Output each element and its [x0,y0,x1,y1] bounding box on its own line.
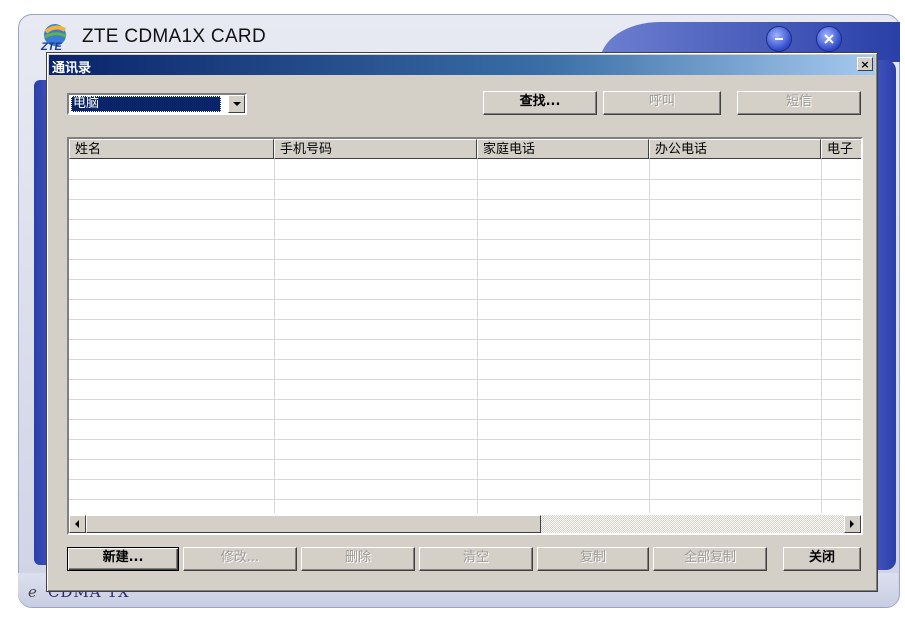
column-header-email[interactable]: 电子 [821,139,861,159]
sms-button[interactable]: 短信 [737,91,861,115]
table-row-gridline [69,299,861,300]
table-row-gridline [69,179,861,180]
table-row-gridline [69,259,861,260]
minimize-icon[interactable] [766,26,792,52]
table-row-gridline [69,359,861,360]
column-header-mobile[interactable]: 手机号码 [274,139,477,159]
table-row-gridline [69,219,861,220]
table-body [69,159,861,513]
app-title: ZTE CDMA1X CARD [82,26,266,47]
horizontal-scrollbar[interactable] [69,515,861,533]
scroll-left-icon[interactable] [69,515,86,533]
dialog-close-button[interactable]: × [857,57,873,71]
clear-button[interactable]: 清空 [419,547,533,571]
table-row-gridline [69,419,861,420]
column-header-office-phone[interactable]: 办公电话 [649,139,821,159]
scrollbar-thumb[interactable] [86,515,541,533]
find-button[interactable]: 查找... [483,91,597,115]
close-button[interactable]: 关闭 [783,547,861,571]
copy-button[interactable]: 复制 [537,547,649,571]
table-row-gridline [69,279,861,280]
column-header-home-phone[interactable]: 家庭电话 [477,139,649,159]
table-row-gridline [69,499,861,500]
table-row-gridline [69,459,861,460]
table-row-gridline [69,379,861,380]
new-contact-button[interactable]: 新建... [67,547,179,571]
copy-all-button[interactable]: 全部复制 [653,547,767,571]
table-row-gridline [69,239,861,240]
dialog-title: 通讯录 [52,61,92,76]
edit-button[interactable]: 修改... [183,547,297,571]
call-button[interactable]: 呼叫 [603,91,721,115]
network-e-icon: e [28,583,38,601]
table-row-gridline [69,439,861,440]
table-row-gridline [69,479,861,480]
contacts-table[interactable]: 姓名 手机号码 家庭电话 办公电话 电子 [67,137,863,535]
chevron-down-icon[interactable] [228,95,245,113]
source-select[interactable]: 电脑 [67,93,247,115]
dialog-titlebar[interactable]: 通讯录 × [49,55,875,76]
svg-text:ZTE: ZTE [40,41,62,52]
column-header-name[interactable]: 姓名 [69,139,274,159]
delete-button[interactable]: 删除 [301,547,415,571]
table-row-gridline [69,319,861,320]
contacts-dialog: 通讯录 × 电脑 查找... 呼叫 短信 姓名 手机号码 家庭电话 办公电话 电… [46,52,878,592]
table-row-gridline [69,399,861,400]
table-header: 姓名 手机号码 家庭电话 办公电话 电子 [69,139,861,159]
table-row-gridline [69,199,861,200]
source-select-value: 电脑 [71,96,221,112]
table-row-gridline [69,339,861,340]
zte-logo-icon: ZTE [38,22,72,53]
close-icon[interactable] [816,26,842,52]
scroll-right-icon[interactable] [844,515,861,533]
